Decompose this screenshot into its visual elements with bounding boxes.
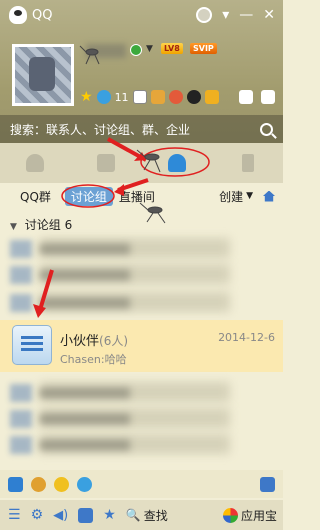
- tab-devices[interactable]: [212, 143, 283, 183]
- create-dropdown-icon[interactable]: ▼: [246, 191, 253, 201]
- tab-live-rooms[interactable]: 直播间: [119, 188, 155, 205]
- mail-icon[interactable]: [132, 90, 147, 104]
- find-search-icon: 🔍: [125, 508, 141, 522]
- star-icon[interactable]: ★: [80, 90, 93, 104]
- volume-icon[interactable]: ◀): [53, 508, 68, 523]
- search-input[interactable]: 搜索：联系人、讨论组、群、企业: [10, 121, 190, 138]
- app-store-icon: [222, 507, 238, 523]
- music-icon[interactable]: [54, 476, 69, 492]
- find-button[interactable]: 🔍 查找: [126, 507, 168, 524]
- group-section-header[interactable]: ▼ 讨论组 6: [10, 216, 72, 233]
- group-section-count: 6: [64, 218, 73, 232]
- message-box-icon[interactable]: [261, 90, 275, 104]
- list-item[interactable]: [0, 380, 283, 404]
- qzone-icon[interactable]: [96, 90, 111, 104]
- weiyun-icon[interactable]: [77, 476, 92, 492]
- list-item-selected[interactable]: 小伙伴(6人) 2014-12-6 Chasen:哈哈: [0, 320, 283, 372]
- item-member-count: (6人): [99, 334, 129, 348]
- item-name-text: 小伙伴: [60, 334, 100, 349]
- item-last-message: Chasen:哈哈: [60, 353, 127, 366]
- security-icon[interactable]: [8, 476, 23, 492]
- skin-icon[interactable]: ▾: [222, 7, 229, 23]
- tab-discussion-groups[interactable]: 讨论组: [64, 186, 113, 206]
- wallet-icon[interactable]: [150, 90, 165, 104]
- level-number: 11: [114, 90, 129, 104]
- list-item[interactable]: [0, 236, 283, 260]
- search-icon[interactable]: [260, 122, 273, 136]
- item-date: 2014-12-6: [218, 331, 275, 344]
- settings-icon[interactable]: ⚙: [31, 507, 44, 523]
- penguin-game-icon[interactable]: [31, 476, 46, 492]
- discussion-group-icon: [12, 325, 52, 365]
- penguin-icon[interactable]: [186, 90, 201, 104]
- folder-icon[interactable]: [78, 507, 94, 523]
- tab-qq-groups[interactable]: QQ群: [20, 188, 51, 205]
- sub-tabs: QQ群 讨论组 直播间 创建 ▼: [0, 183, 283, 209]
- avatar[interactable]: [12, 44, 74, 106]
- create-button[interactable]: 创建: [219, 188, 243, 205]
- game-icon[interactable]: [168, 90, 183, 104]
- list-item[interactable]: [0, 432, 283, 456]
- title-bar: QQ ▾ — ✕: [0, 0, 283, 30]
- collapse-caret-icon: ▼: [10, 222, 17, 232]
- search-bar[interactable]: 搜索：联系人、讨论组、群、企业: [0, 115, 283, 143]
- shirt-icon[interactable]: [239, 90, 253, 104]
- home-icon[interactable]: [263, 190, 275, 202]
- phone-icon: [241, 154, 254, 172]
- minimize-icon[interactable]: —: [239, 7, 253, 23]
- list-item[interactable]: [0, 290, 283, 314]
- close-icon[interactable]: ✕: [263, 7, 275, 23]
- tool-icon[interactable]: [204, 90, 219, 104]
- group-icon: [167, 154, 186, 172]
- badge-icon[interactable]: [196, 7, 213, 23]
- tab-messages[interactable]: [71, 143, 142, 183]
- app-title: QQ: [32, 7, 53, 23]
- qq-logo-icon: [9, 6, 27, 24]
- online-status-icon[interactable]: [130, 44, 142, 56]
- svip-badge[interactable]: SVIP: [190, 43, 217, 54]
- main-tabs: [0, 143, 283, 183]
- chat-bubble-icon: [97, 154, 116, 172]
- status-dropdown-icon[interactable]: ▼: [146, 44, 153, 54]
- bottom-toolbar: ☰ ⚙ ◀) ★ 🔍 查找 应用宝: [0, 500, 283, 530]
- contact-icon: [26, 154, 45, 172]
- app-store-label: 应用宝: [240, 508, 277, 523]
- app-grid-icon[interactable]: [260, 476, 275, 492]
- service-icons-row: ★ 11: [80, 90, 219, 104]
- group-section-title: 讨论组: [24, 218, 61, 232]
- app-store-button[interactable]: 应用宝: [222, 507, 277, 524]
- favorites-icon[interactable]: ★: [103, 507, 116, 523]
- level-badge[interactable]: LV8: [161, 43, 183, 54]
- tab-contacts[interactable]: [0, 143, 71, 183]
- tab-groups[interactable]: [142, 143, 213, 183]
- plugin-bar: [0, 470, 283, 498]
- list-item[interactable]: [0, 406, 283, 430]
- nickname: [86, 44, 126, 58]
- main-menu-icon[interactable]: ☰: [8, 507, 21, 523]
- list-item[interactable]: [0, 262, 283, 286]
- item-name: 小伙伴(6人): [60, 330, 128, 349]
- find-label: 查找: [143, 508, 168, 523]
